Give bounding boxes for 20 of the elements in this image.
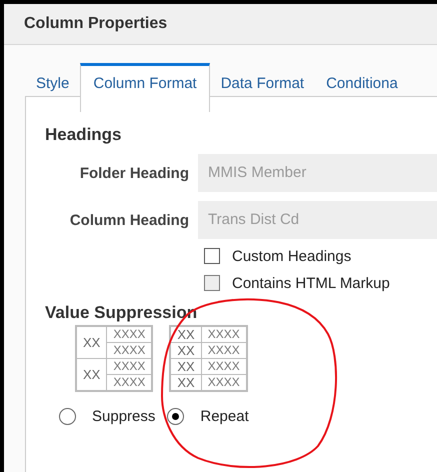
field-label: Folder Heading [78, 164, 190, 182]
table-cell: XX [170, 326, 202, 342]
tab[interactable]: Column Format [80, 63, 210, 112]
table-cell: XXXX [106, 358, 152, 374]
tab[interactable]: Style [25, 63, 80, 111]
checkbox-label: Custom Headings [232, 248, 352, 264]
tab[interactable]: Conditiona [315, 63, 409, 111]
window-title: Column Properties [24, 15, 168, 33]
tab[interactable]: Data Format [210, 63, 316, 111]
radio-label: Suppress [92, 408, 156, 425]
checkbox-label: Contains HTML Markup [232, 274, 390, 292]
section-heading: Headings [45, 125, 123, 145]
table-cell: XX [76, 326, 107, 358]
table-cell: XX [170, 342, 202, 358]
field-label: Column Heading [68, 212, 190, 228]
table-cell: XXXX [201, 358, 247, 374]
table-cell: XXXX [201, 342, 247, 358]
table-cell: XXXX [106, 342, 152, 358]
table-cell: XX [170, 358, 202, 374]
radio-label: Repeat [200, 408, 249, 425]
